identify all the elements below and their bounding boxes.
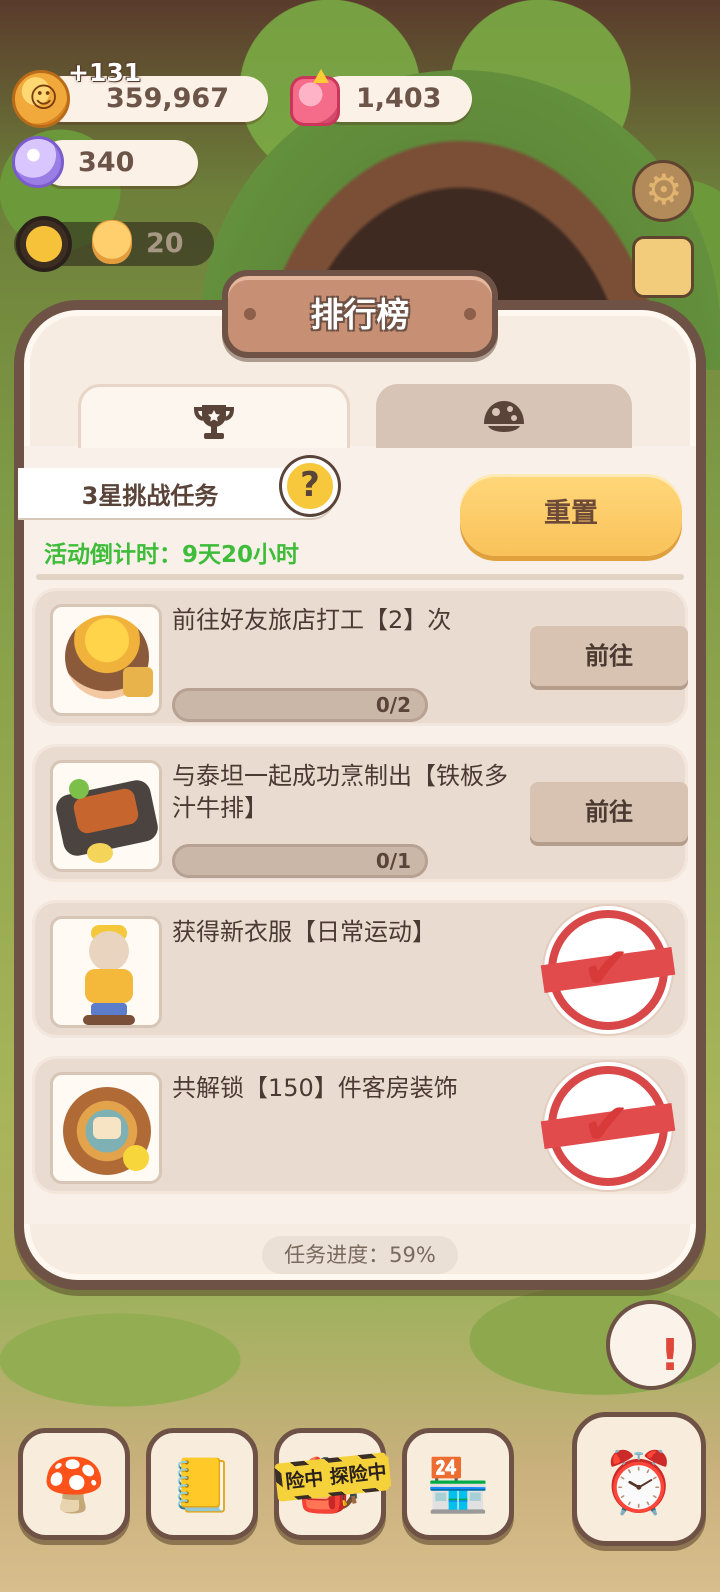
notebook-button[interactable]: 📒 (146, 1428, 258, 1540)
tab-mushroom[interactable] (376, 384, 632, 448)
guest-icon (92, 220, 132, 264)
task-description: 获得新衣服【日常运动】 (172, 918, 436, 946)
task-progress-bar: 0/2 (172, 688, 428, 722)
task-row: 前往好友旅店打工【2】次 0/2 前往 (32, 588, 688, 726)
crystal-icon (12, 136, 64, 188)
goto-button[interactable]: 前往 (530, 782, 688, 842)
gem-value: 1,403 (356, 83, 442, 114)
trophy-icon (192, 401, 236, 450)
task-progress-bar: 0/1 (172, 844, 428, 878)
alarm-clock-icon: ⏰ (601, 1448, 677, 1518)
reset-button[interactable]: 重置 (460, 474, 682, 556)
shop-icon: 🏪 (425, 1456, 491, 1516)
task-header-title: 3星挑战任务 (81, 482, 219, 510)
task-progress-text: 0/2 (375, 693, 411, 717)
task-description: 与泰坦一起成功烹制出【铁板多汁牛排】 (172, 762, 508, 822)
goto-button[interactable]: 前往 (530, 626, 688, 686)
task-description: 前往好友旅店打工【2】次 (172, 606, 452, 634)
notebook-icon: 📒 (169, 1456, 235, 1516)
task-progress-text: 0/1 (375, 849, 411, 873)
panel-title-plate: 排行榜 (222, 270, 498, 358)
energy-value: 20 (146, 228, 184, 259)
crystal-value: 340 (78, 147, 135, 178)
sun-icon (16, 216, 72, 272)
side-card-button[interactable] (632, 236, 694, 298)
gem-counter[interactable]: 1,403 (318, 76, 472, 122)
character-alarm-button[interactable]: ⏰ (572, 1412, 706, 1546)
alert-icon: ! (660, 1330, 681, 1381)
home-mushroom-button[interactable]: 🍄 (18, 1428, 130, 1540)
mushroom-icon (481, 398, 527, 447)
shop-button[interactable]: 🏪 (402, 1428, 514, 1540)
task-thumb-worker-girl (50, 604, 162, 716)
task-description: 共解锁【150】件客房装饰 (172, 1074, 458, 1102)
mushroom-house-icon: 🍄 (41, 1456, 107, 1516)
cookie-gain-text: +131 (68, 58, 142, 87)
checkmark-icon: ✔ (582, 1090, 631, 1158)
task-thumb-steak-plate (50, 760, 162, 872)
event-countdown: 活动倒计时：9天20小时 (44, 542, 300, 568)
chat-character-icon[interactable] (606, 1300, 696, 1390)
tab-trophy[interactable] (78, 384, 350, 448)
panel-title: 排行榜 (310, 295, 410, 334)
divider (36, 574, 684, 580)
task-row: 与泰坦一起成功烹制出【铁板多汁牛排】 0/1 前往 (32, 744, 688, 882)
overall-progress: 任务进度：59% (262, 1236, 458, 1274)
task-row: 获得新衣服【日常运动】 ✔ (32, 900, 688, 1038)
task-thumb-outfit-figure (50, 916, 162, 1028)
settings-gear-icon[interactable] (632, 160, 694, 222)
gem-icon (290, 76, 340, 126)
help-icon[interactable]: ? (282, 458, 338, 514)
completed-stamp-icon: ✔ (548, 1066, 668, 1186)
cookie-icon (12, 70, 70, 128)
completed-stamp-icon: ✔ (548, 910, 668, 1030)
task-thumb-decor-medal (50, 1072, 162, 1184)
task-row: 共解锁【150】件客房装饰 ✔ (32, 1056, 688, 1194)
checkmark-icon: ✔ (582, 934, 631, 1002)
